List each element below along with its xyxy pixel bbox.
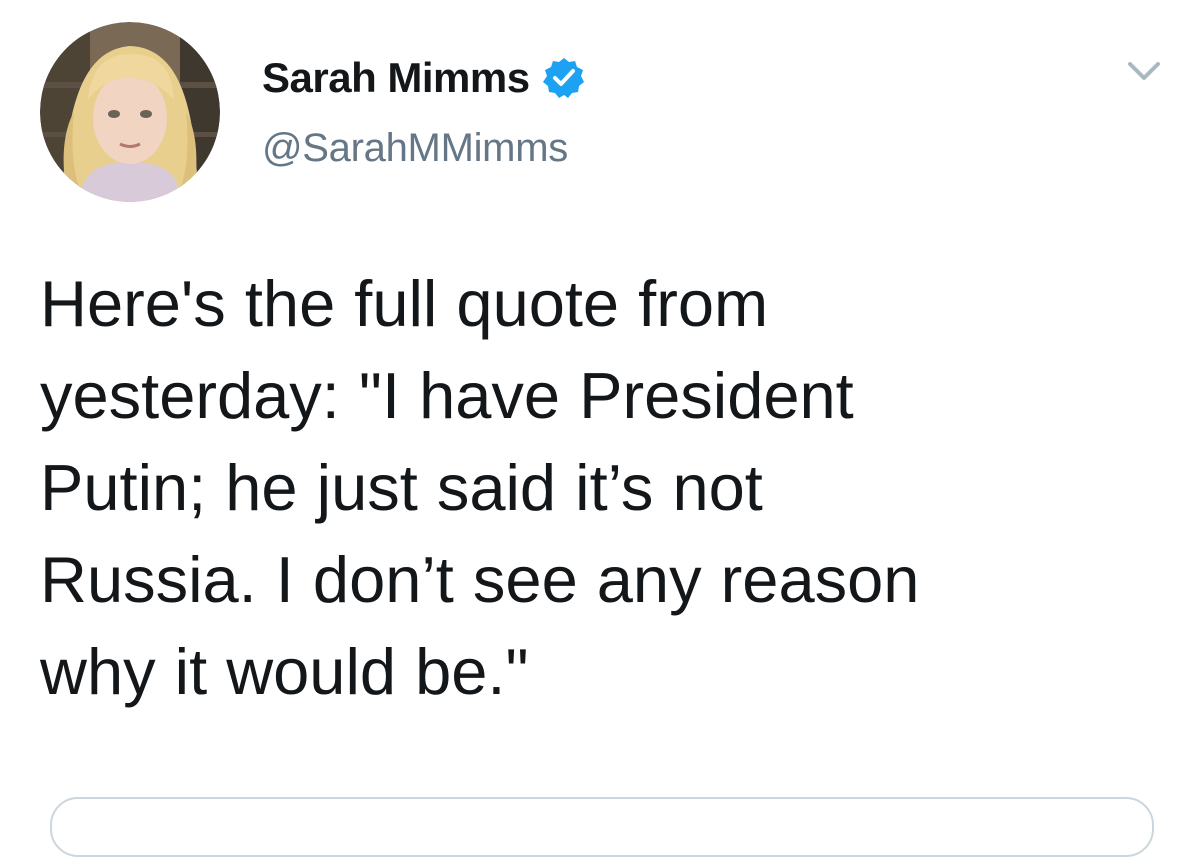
verified-badge-icon bbox=[542, 56, 586, 100]
tweet-text-line: Russia. I don’t see any reason bbox=[40, 543, 920, 616]
tweet-text-line: Here's the full quote from bbox=[40, 267, 769, 340]
tweet: Sarah Mimms @SarahMMimms Here's the full… bbox=[0, 0, 1200, 857]
tweet-text: Here's the full quote from yesterday: "I… bbox=[40, 258, 1160, 718]
avatar-image bbox=[40, 22, 220, 202]
tweet-text-line: why it would be." bbox=[40, 635, 529, 708]
tweet-text-line: yesterday: "I have President bbox=[40, 359, 854, 432]
avatar[interactable] bbox=[40, 22, 220, 202]
chevron-down-icon[interactable] bbox=[1124, 56, 1164, 86]
author-row: Sarah Mimms bbox=[262, 48, 586, 108]
display-name[interactable]: Sarah Mimms bbox=[262, 54, 530, 102]
quoted-card[interactable] bbox=[50, 797, 1154, 857]
tweet-text-line: Putin; he just said it’s not bbox=[40, 451, 763, 524]
author-handle[interactable]: @SarahMMimms bbox=[262, 126, 568, 171]
